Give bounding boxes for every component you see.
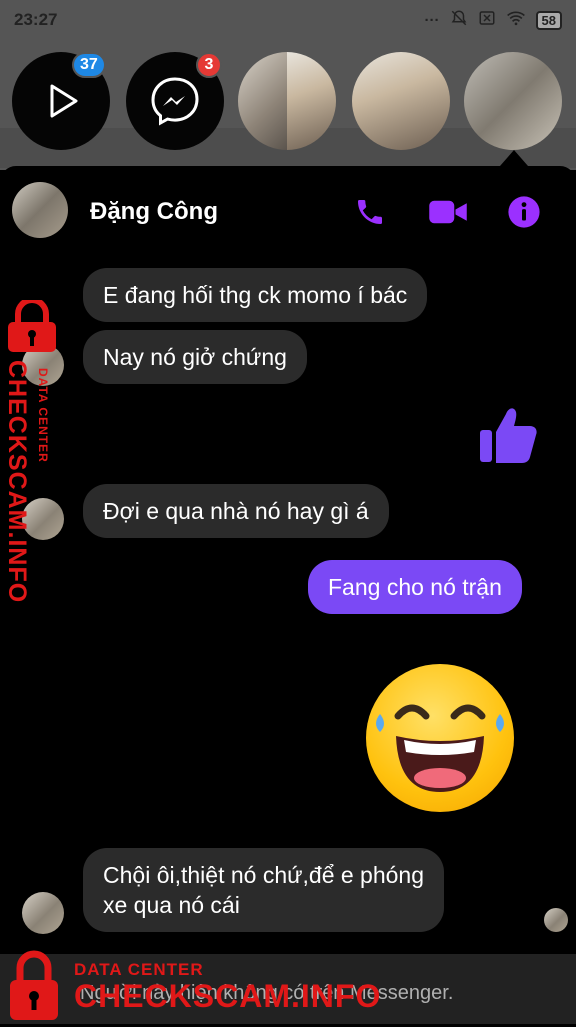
watermark-lock-icon [8,950,60,1027]
chat-head-active-contact[interactable] [464,52,562,150]
status-icons: ··· 58 [425,9,562,31]
message-bubble-incoming[interactable]: Đợi e qua nhà nó hay gì á [83,484,389,538]
laughing-emoji-icon[interactable] [366,664,514,812]
info-icon[interactable] [504,192,544,232]
message-bubble-outgoing[interactable]: Fang cho nó trận [308,560,522,614]
contact-avatar[interactable] [12,182,68,238]
messenger-icon [151,77,199,126]
battery-indicator: 58 [535,10,562,30]
status-bar: 23:27 ··· 58 [0,0,576,40]
chat-head-group[interactable] [238,52,336,150]
message-bubble-incoming[interactable]: E đang hối thg ck momo í bác [83,268,428,322]
chat-header: Đặng Công [0,166,576,256]
contact-name[interactable]: Đặng Công [90,198,218,226]
watermark-vertical-label: DATA CENTER [36,368,50,463]
video-call-icon[interactable] [428,192,468,232]
like-icon[interactable] [478,402,538,471]
sim-off-icon [478,9,496,31]
messenger-badge: 3 [196,52,222,78]
watermark-vertical-main: CHECKSCAM.INFO [3,360,31,604]
sender-avatar [22,892,64,934]
phone-icon[interactable] [350,192,390,232]
play-icon [50,84,78,118]
group-photo-left [238,52,287,150]
watermark-data-center: DATA CENTER [74,960,204,979]
watermark-checkscam: CHECKSCAM.INFO [74,978,382,1014]
wifi-icon [506,10,526,30]
chat-panel: Đặng Công E đang hối thg ck momo í bác N… [0,166,576,1024]
message-line: Chội ôi,thiệt nó chứ,để e phóng [103,862,425,888]
group-photo-right [287,52,336,150]
chat-heads-row: 37 3 [0,52,576,152]
mute-bell-icon [450,9,468,31]
status-time: 23:27 [14,10,58,29]
active-head-pointer [500,150,528,166]
read-receipt-avatar [544,908,568,932]
video-badge: 37 [72,52,106,78]
more-icon: ··· [424,11,440,29]
message-bubble-incoming[interactable]: Nay nó giở chứng [83,330,307,384]
watermark-bottom: DATA CENTER CHECKSCAM.INFO [74,960,381,1012]
message-line: xe qua nó cái [103,892,240,918]
message-bubble-incoming[interactable]: Chội ôi,thiệt nó chứ,để e phóng xe qua n… [83,848,445,932]
chat-head-contact[interactable] [352,52,450,150]
